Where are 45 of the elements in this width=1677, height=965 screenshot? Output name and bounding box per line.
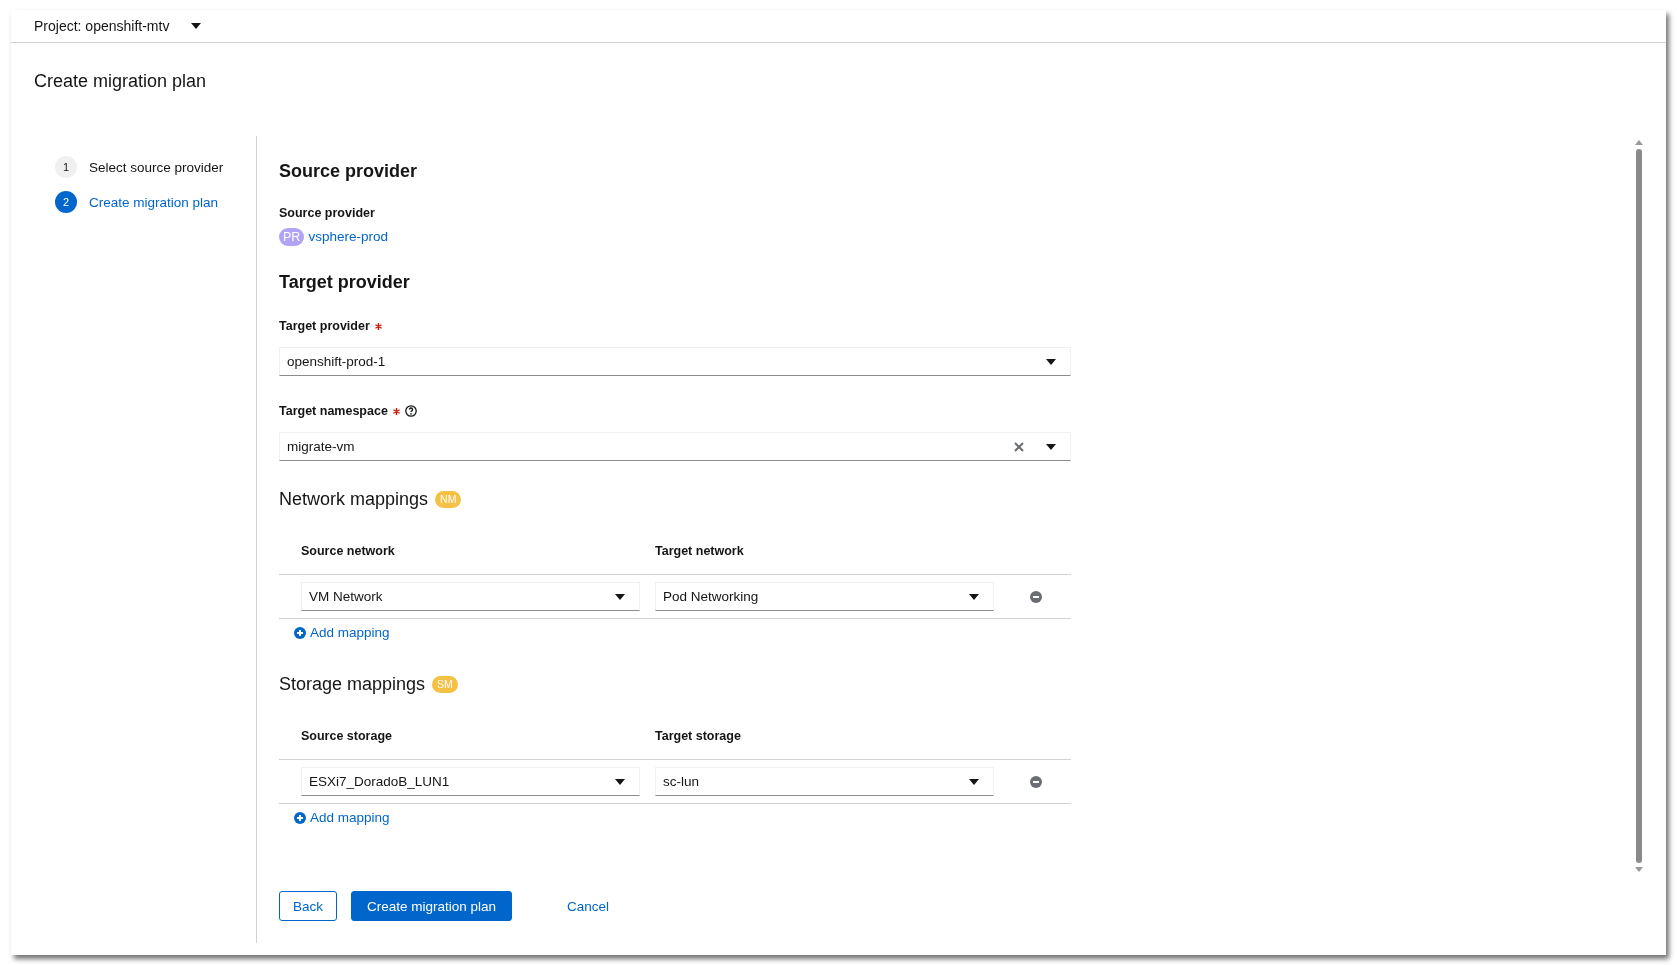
wizard-step[interactable]: Create migration plan <box>89 194 219 210</box>
add-icon <box>294 812 306 824</box>
column-header: Source storage <box>301 728 393 745</box>
target-select[interactable]: Pod Networking <box>655 582 994 611</box>
wizard-step[interactable]: Select source provider <box>89 159 224 175</box>
source-select[interactable]: VM Network <box>301 582 640 611</box>
column-header: Source network <box>301 543 396 560</box>
add-mapping-link[interactable]: Add mapping <box>294 624 390 642</box>
caret-icon <box>1046 443 1056 450</box>
section-heading: Target provider <box>279 271 411 293</box>
field-label: Source provider <box>279 205 375 222</box>
source-select[interactable]: ESXi7_DoradoB_LUN1 <box>301 767 640 796</box>
caret-icon <box>969 778 979 785</box>
target-select[interactable]: sc-lun <box>655 767 994 796</box>
caret-icon <box>615 593 625 600</box>
caret-icon <box>615 778 625 785</box>
caret-icon <box>1046 358 1056 365</box>
help-icon[interactable] <box>404 405 417 417</box>
add-mapping-link[interactable]: Add mapping <box>294 809 390 827</box>
step-number: 1 <box>55 156 77 178</box>
remove-icon[interactable] <box>1030 775 1042 788</box>
project-selector[interactable]: Project: openshift-mtv <box>34 18 202 34</box>
caret-icon <box>969 593 979 600</box>
step-number: 2 <box>55 191 77 213</box>
section-badge: SM <box>432 675 458 693</box>
cancel-link[interactable]: Cancel <box>554 891 623 921</box>
provider-badge: PR <box>279 228 305 246</box>
remove-icon[interactable] <box>1030 590 1042 603</box>
column-header: Target storage <box>655 728 742 745</box>
section-heading: Source provider <box>279 160 419 182</box>
provider-link[interactable]: vsphere-prod <box>308 227 388 247</box>
clear-icon[interactable] <box>1014 441 1024 452</box>
back-button[interactable]: Back <box>279 891 337 921</box>
dropdown-select[interactable]: openshift-prod-1 <box>279 347 1071 376</box>
field-label: Target provider <box>279 318 370 335</box>
page-title: Create migration plan <box>34 70 208 92</box>
create-button[interactable]: Create migration plan <box>351 891 513 921</box>
field-label: Target namespace <box>279 403 388 420</box>
section-badge: NM <box>435 490 462 508</box>
caret-icon <box>191 23 202 29</box>
add-icon <box>294 627 306 639</box>
section-heading: Network mappings <box>279 488 429 510</box>
column-header: Target network <box>655 543 745 560</box>
section-heading: Storage mappings <box>279 673 426 695</box>
dropdown-select[interactable]: migrate-vm <box>279 432 1071 461</box>
